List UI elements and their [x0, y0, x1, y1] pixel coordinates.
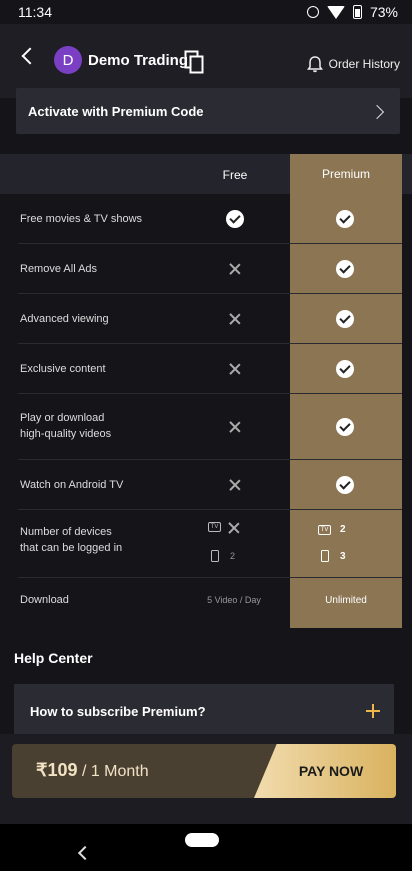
order-history-label: Order History — [328, 57, 400, 71]
price-box: ₹109 / 1 Month PAY NOW — [12, 744, 396, 798]
free-check-icon — [226, 210, 244, 228]
premium-check-icon — [336, 418, 354, 436]
home-pill[interactable] — [185, 833, 219, 847]
order-history-button[interactable]: Order History — [306, 55, 400, 73]
phone-icon — [321, 550, 329, 562]
feature-label-line2: high-quality videos — [20, 428, 112, 440]
premium-check-icon — [336, 260, 354, 278]
premium-download-value: Unlimited — [325, 595, 367, 606]
feature-label: Number of devices that can be logged in — [20, 524, 122, 556]
status-time: 11:34 — [18, 4, 52, 20]
free-column-header: Free — [222, 168, 248, 182]
feature-row: Free movies & TV shows — [18, 194, 402, 244]
feature-row: Remove All Ads — [18, 244, 402, 294]
system-nav-bar — [0, 824, 412, 871]
wifi-icon — [326, 5, 345, 19]
feature-label: Advanced viewing — [20, 313, 109, 325]
price-period: / 1 Month — [81, 763, 149, 780]
feature-label-line1: Play or download — [20, 412, 105, 424]
status-icons: 73% — [306, 4, 398, 20]
back-arrow-icon[interactable] — [21, 47, 39, 65]
nav-back-icon[interactable] — [77, 845, 93, 861]
battery-icon — [352, 5, 362, 19]
premium-check-icon — [336, 210, 354, 228]
chevron-right-icon — [369, 104, 385, 120]
free-cross-icon — [229, 313, 241, 325]
tv-icon: TV — [318, 525, 331, 535]
phone-icon — [211, 550, 219, 562]
plus-icon[interactable] — [366, 704, 380, 718]
feature-row: Advanced viewing — [18, 294, 402, 344]
devices-label-line1: Number of devices — [20, 526, 112, 538]
feature-label: Play or download high-quality videos — [20, 410, 111, 442]
premium-phone-count: 3 — [340, 551, 346, 562]
faq-label: How to subscribe Premium? — [30, 704, 206, 719]
faq-item[interactable]: How to subscribe Premium? — [14, 684, 394, 740]
devices-label-line2: that can be logged in — [20, 542, 123, 554]
premium-column-header: Premium — [290, 154, 402, 194]
devices-row: Number of devices that can be logged in T… — [18, 510, 402, 578]
feature-row: Watch on Android TV — [18, 460, 402, 510]
free-download-value: 5 Video / Day — [207, 595, 261, 605]
pay-now-button[interactable]: PAY NOW — [254, 744, 396, 798]
alarm-icon — [306, 6, 319, 18]
comparison-header: Free Premium — [0, 154, 412, 194]
feature-label: Remove All Ads — [20, 263, 98, 275]
download-row: Download 5 Video / Day Unlimited — [18, 578, 402, 628]
comparison-table: Free Premium Free movies & TV shows Remo… — [0, 154, 412, 628]
premium-tv-count: 2 — [340, 524, 346, 535]
free-cross-icon — [229, 363, 241, 375]
purchase-bar: ₹109 / 1 Month PAY NOW — [0, 734, 412, 824]
help-center-title: Help Center — [14, 650, 93, 666]
tv-icon: TV — [208, 522, 221, 532]
copy-icon[interactable] — [184, 50, 204, 74]
avatar[interactable]: D — [54, 46, 82, 74]
feature-label: Download — [20, 594, 69, 606]
feature-label: Exclusive content — [20, 363, 106, 375]
feature-label: Watch on Android TV — [20, 479, 124, 491]
premium-code-card[interactable]: Activate with Premium Code — [16, 88, 400, 134]
status-bar: 11:34 73% — [0, 0, 412, 24]
app-bar: D Demo Trading Order History — [0, 24, 412, 98]
premium-check-icon — [336, 310, 354, 328]
battery-percent: 73% — [369, 4, 398, 20]
free-tv-cross-icon — [228, 522, 240, 534]
premium-check-icon — [336, 476, 354, 494]
price-amount: ₹109 — [36, 760, 78, 780]
free-cross-icon — [229, 479, 241, 491]
feature-label: Free movies & TV shows — [20, 213, 143, 225]
premium-check-icon — [336, 360, 354, 378]
bell-icon — [306, 56, 323, 73]
free-cross-icon — [229, 421, 241, 433]
feature-row: Exclusive content — [18, 344, 402, 394]
premium-code-label: Activate with Premium Code — [28, 104, 204, 119]
feature-row: Play or download high-quality videos — [18, 394, 402, 460]
account-name: Demo Trading — [88, 52, 189, 69]
price-text: ₹109 / 1 Month — [36, 760, 149, 781]
free-phone-count: 2 — [230, 551, 236, 561]
free-cross-icon — [229, 263, 241, 275]
